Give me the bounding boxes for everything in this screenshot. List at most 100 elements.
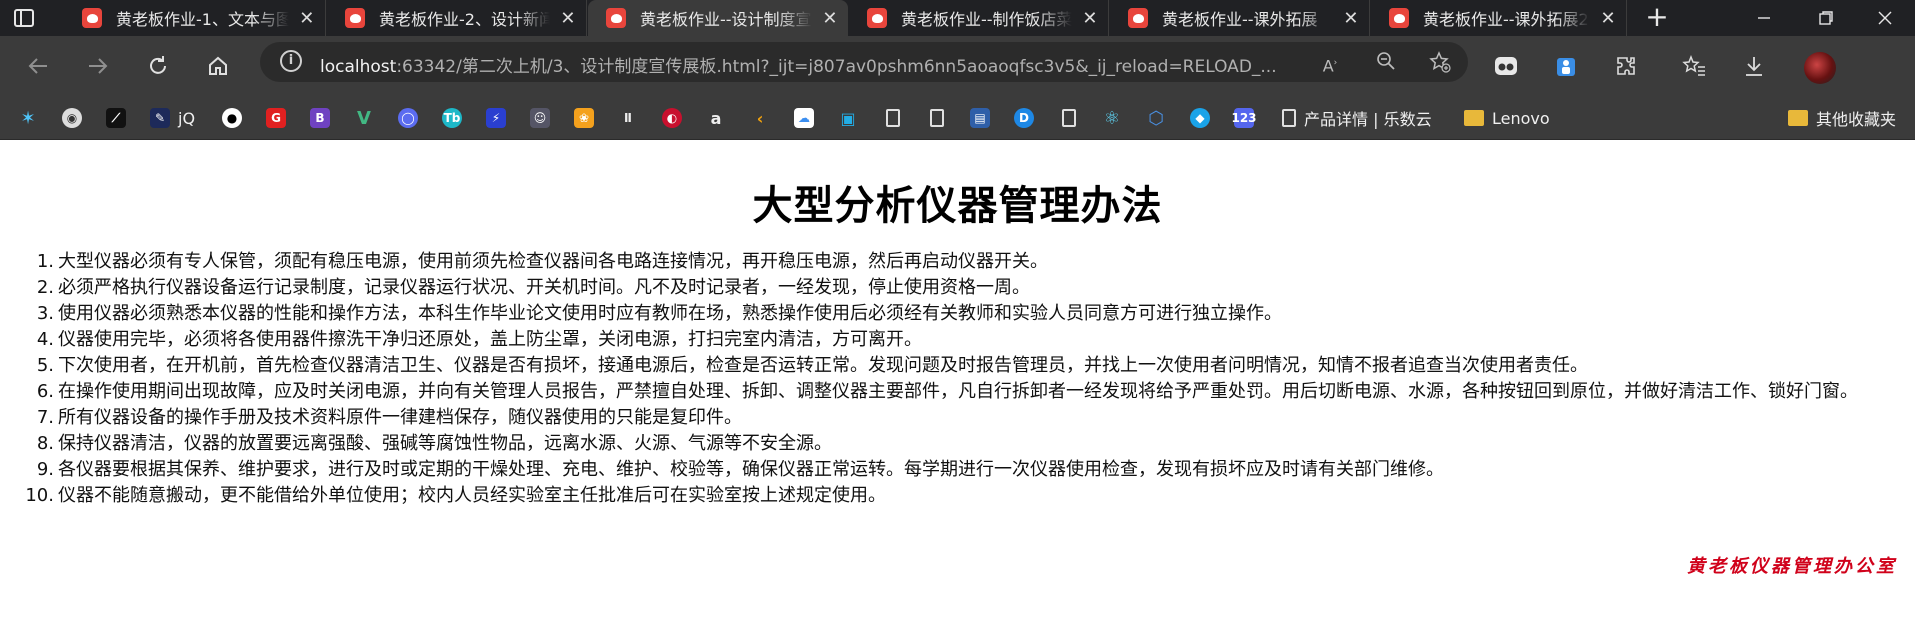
zoom-out-icon[interactable] — [1374, 51, 1398, 75]
tab-5[interactable]: 黄老板作业--课外拓展 ✕ — [1110, 0, 1370, 36]
rule-text: 保持仪器清洁，仪器的放置要远离强酸、强碱等腐蚀性物品，远离水源、火源、气源等不安… — [58, 433, 832, 454]
bookmark-22[interactable]: ▤ — [970, 107, 990, 129]
extension-glasses-icon[interactable] — [1488, 48, 1524, 84]
bookmark-2[interactable]: ◉ — [62, 107, 82, 129]
tab-actions-icon[interactable] — [14, 8, 54, 30]
bookmark-github[interactable]: ● — [222, 107, 242, 129]
bookmark-other-favorites[interactable]: 其他收藏夹 — [1788, 107, 1896, 129]
bookmark-28[interactable]: 123 — [1231, 107, 1257, 129]
rules-list: 1. 大型仪器必须有专人保管，须配有稳压电源，使用前须先检查仪器间各电路连接情况，… — [25, 249, 1903, 509]
rule-text: 在操作使用期间出现故障，应及时关闭电源，并向有关管理人员报告，严禁擅自处理、拆卸… — [58, 381, 1858, 402]
bookmark-12[interactable]: ☺ — [530, 107, 550, 129]
tab-title: 黄老板作业--课外拓展 — [1162, 10, 1318, 29]
bookmark-13[interactable]: ❀ — [574, 107, 594, 129]
bookmark-21[interactable] — [930, 107, 944, 129]
bookmark-18[interactable]: ☁ — [794, 107, 814, 129]
refresh-icon[interactable] — [140, 48, 176, 84]
bookmark-tb[interactable]: Tb — [442, 107, 462, 129]
new-tab-button[interactable]: + — [1643, 3, 1671, 32]
bookmark-26[interactable]: ⬡ — [1146, 107, 1166, 129]
bookmark-20[interactable] — [886, 107, 900, 129]
bookmark-d-icon: D — [1014, 108, 1034, 128]
bookmark-123-icon: 123 — [1231, 108, 1257, 128]
bootstrap-icon: B — [310, 108, 330, 128]
close-tab-icon[interactable]: ✕ — [1082, 8, 1098, 29]
bookmark-lenovo[interactable]: Lenovo — [1464, 107, 1550, 129]
tab-title: 黄老板作业-2、设计新闻 — [379, 10, 550, 29]
bookmark-cap-icon: ◆ — [1190, 108, 1210, 128]
tab-4[interactable]: 黄老板作业--制作饭店菜 ✕ — [849, 0, 1109, 36]
rule-item: 6. 在操作使用期间出现故障，应及时关闭电源，并向有关管理人员报告，严禁擅自处理、… — [37, 379, 1903, 405]
tab-2[interactable]: 黄老板作业-2、设计新闻 ✕ — [327, 0, 587, 36]
tab-1[interactable]: 黄老板作业-1、文本与图 ✕ — [64, 0, 326, 36]
back-icon[interactable] — [20, 48, 56, 84]
info-icon[interactable]: i — [280, 50, 302, 72]
rule-item: 10. 仪器不能随意搬动，更不能借给外单位使用；校内人员经实验室主任批准后可在实验… — [25, 483, 1903, 509]
url-text[interactable]: localhost:63342/第二次上机/3、设计制度宣传展板.html?_i… — [320, 52, 1277, 77]
rule-number: 9. — [36, 459, 54, 480]
page-icon — [930, 109, 944, 127]
bookmark-15[interactable]: ◐ — [662, 107, 682, 129]
close-tab-icon[interactable]: ✕ — [1343, 8, 1359, 29]
close-tab-icon[interactable]: ✕ — [560, 8, 576, 29]
close-tab-icon[interactable]: ✕ — [299, 8, 315, 29]
bookmark-tb-icon: Tb — [442, 108, 462, 128]
restore-button[interactable] — [1796, 0, 1856, 36]
add-favorite-icon[interactable] — [1428, 51, 1452, 75]
rule-item: 4. 仪器使用完毕，必须将各使用器件擦洗干净归还原处，盖上防尘罩，关闭电源，打扫完… — [37, 327, 1903, 353]
bookmark-vue[interactable]: V — [354, 107, 374, 129]
rule-text: 仪器不能随意搬动，更不能借给外单位使用；校内人员经实验室主任批准后可在实验室按上… — [58, 485, 886, 506]
bookmark-hex-icon: ⬡ — [1148, 107, 1164, 129]
bookmark-paw-icon: ❀ — [574, 108, 594, 128]
address-bar[interactable]: i localhost:63342/第二次上机/3、设计制度宣传展板.html?… — [260, 42, 1468, 82]
page-icon — [886, 109, 900, 127]
extensions-icon[interactable] — [1608, 48, 1644, 84]
close-window-button[interactable] — [1855, 0, 1915, 36]
bookmark-grid-icon: ▤ — [970, 108, 990, 128]
bilibili-icon: ▣ — [840, 108, 856, 128]
bookmark-3[interactable]: ⟋ — [106, 107, 126, 129]
rule-number: 7. — [36, 407, 54, 428]
bookmark-25[interactable]: ⚛ — [1102, 107, 1122, 129]
forward-icon[interactable] — [80, 48, 116, 84]
favicon-icon — [1389, 8, 1409, 28]
extension-figure-icon[interactable] — [1548, 48, 1584, 84]
bookmark-g[interactable]: G — [266, 107, 286, 129]
vue-icon: V — [357, 107, 371, 129]
folder-icon — [1788, 110, 1808, 126]
bookmark-16[interactable]: a — [706, 107, 726, 129]
close-tab-icon[interactable]: ✕ — [822, 8, 838, 29]
bookmark-jq[interactable]: ✎ jQ — [150, 107, 195, 129]
tab-strip: 黄老板作业-1、文本与图 ✕ 黄老板作业-2、设计新闻 ✕ 黄老板作业--设计制… — [0, 0, 1915, 36]
bookmark-14[interactable]: Ⅱ — [618, 107, 638, 129]
react-icon: ⚛ — [1103, 107, 1121, 129]
bookmark-product[interactable]: 产品详情 | 乐数云 — [1282, 107, 1432, 129]
url-path: :63342/第二次上机/3、设计制度宣传展板.html?_ijt=j807av… — [396, 57, 1277, 77]
rule-text: 使用仪器必须熟悉本仪器的性能和操作方法，本科生作毕业论文使用时应有教师在场，熟悉… — [58, 303, 1282, 324]
bookmark-27[interactable]: ◆ — [1190, 107, 1210, 129]
profile-avatar[interactable] — [1804, 52, 1836, 84]
downloads-icon[interactable] — [1736, 48, 1772, 84]
bookmark-bars-icon: Ⅱ — [624, 111, 632, 125]
bookmark-11[interactable]: ⚡ — [486, 107, 506, 129]
bookmark-24[interactable] — [1062, 107, 1076, 129]
tab-6[interactable]: 黄老板作业--课外拓展2 ✕ — [1371, 0, 1627, 36]
folder-icon — [1464, 110, 1484, 126]
bookmark-jq-icon: ✎ — [150, 108, 170, 128]
minimize-button[interactable] — [1734, 0, 1794, 36]
tab-3-active[interactable]: 黄老板作业--设计制度宣 ✕ — [588, 0, 848, 36]
bookmark-bootstrap[interactable]: B — [310, 107, 330, 129]
bookmark-9[interactable]: ◯ — [398, 107, 418, 129]
bookmark-17[interactable]: ‹ — [750, 107, 770, 129]
page-title: 大型分析仪器管理办法 — [752, 183, 1163, 229]
read-aloud-icon[interactable]: A› — [1318, 51, 1342, 75]
close-tab-icon[interactable]: ✕ — [1600, 8, 1616, 29]
bookmark-1[interactable]: ✶ — [18, 107, 38, 129]
bookmark-19[interactable]: ▣ — [838, 107, 858, 129]
rule-item: 8. 保持仪器清洁，仪器的放置要远离强酸、强碱等腐蚀性物品，远离水源、火源、气源等… — [37, 431, 1903, 457]
bookmark-23[interactable]: D — [1014, 107, 1034, 129]
favicon-icon — [82, 8, 102, 28]
favorites-icon[interactable] — [1676, 48, 1712, 84]
rule-number: 10. — [25, 485, 54, 506]
home-icon[interactable] — [200, 48, 236, 84]
